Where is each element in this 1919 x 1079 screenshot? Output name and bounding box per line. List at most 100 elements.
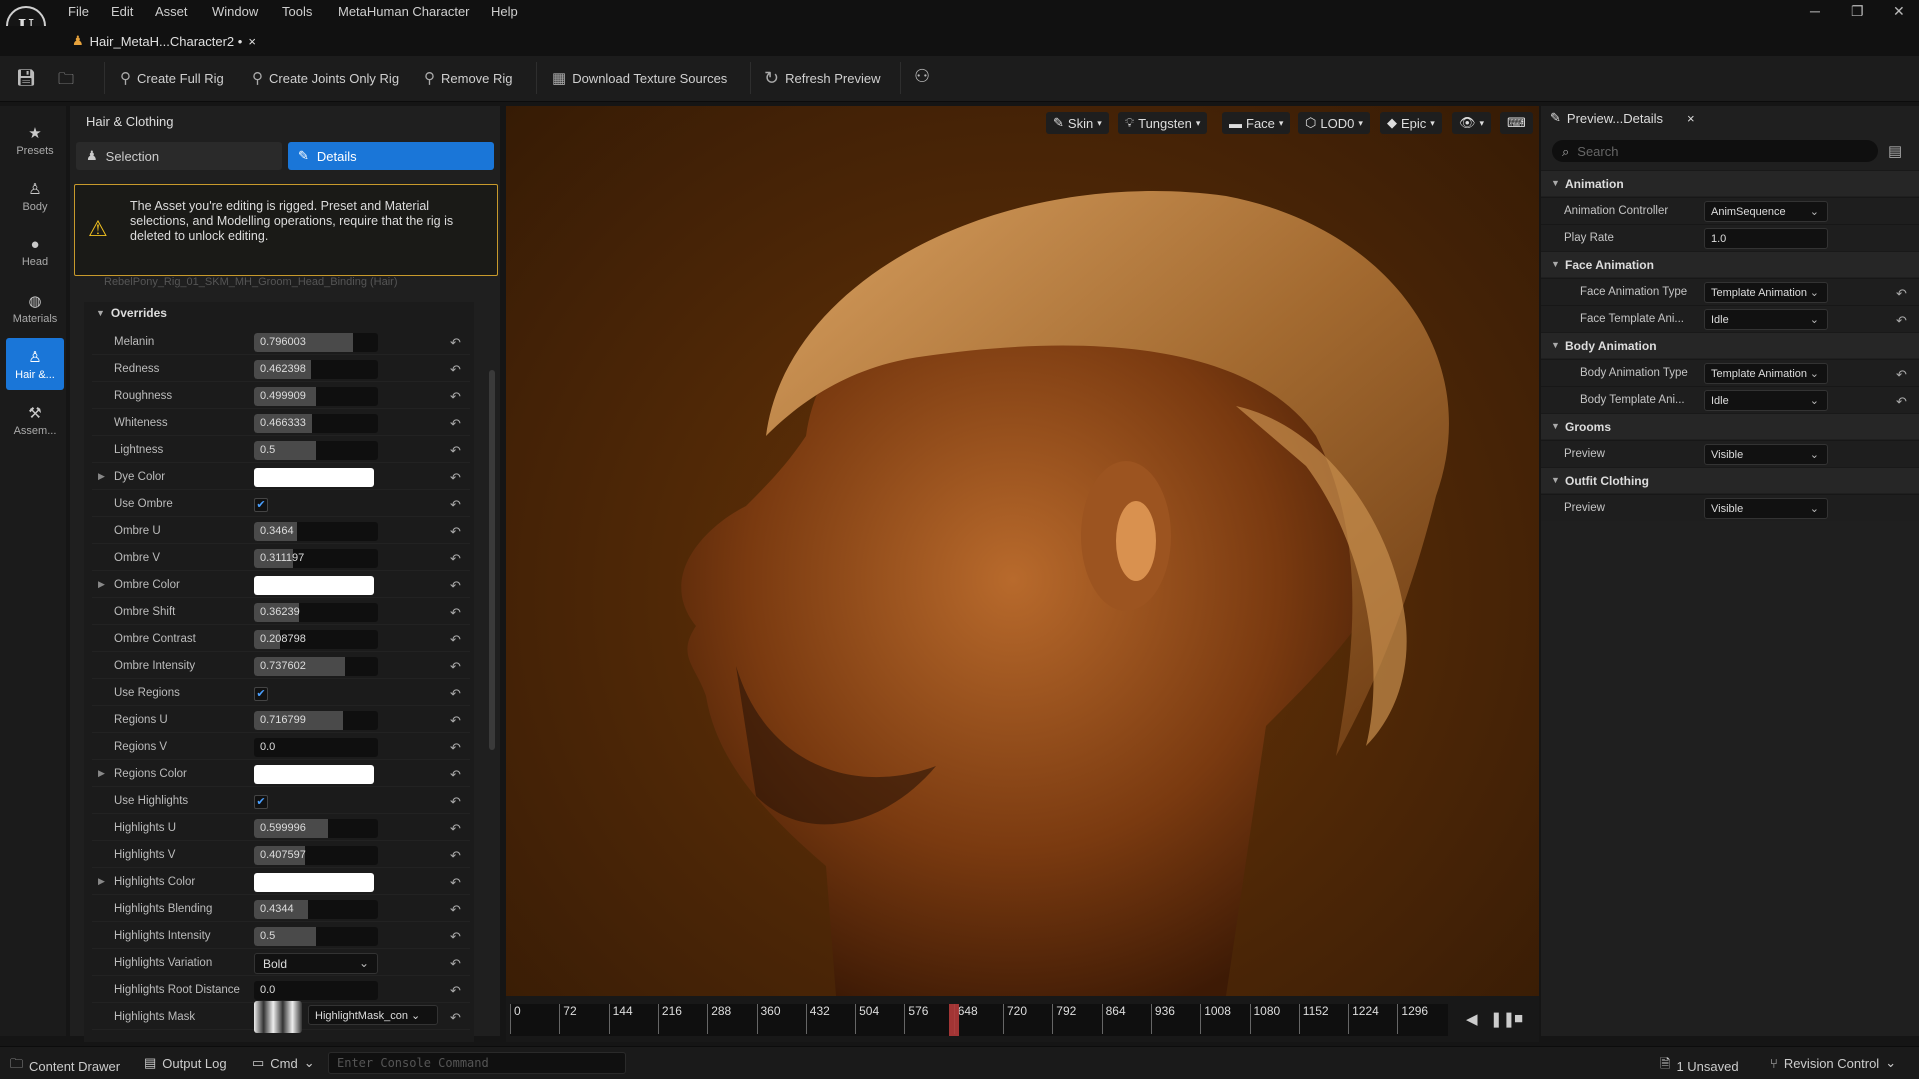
ombre-u-input[interactable]: 0.3464 xyxy=(254,522,378,541)
reset-to-default-icon[interactable]: ↶ xyxy=(450,794,461,810)
reset-to-default-icon[interactable]: ↶ xyxy=(450,983,461,999)
reset-to-default-icon[interactable]: ↶ xyxy=(450,443,461,459)
tab-selection[interactable]: ♟ Selection xyxy=(76,142,282,170)
rail-hair-clothing[interactable]: ♙ Hair &... xyxy=(6,338,64,390)
preview-details-tab[interactable]: ✎ Preview...Details × xyxy=(1544,106,1704,130)
highlights-v-input[interactable]: 0.407597 xyxy=(254,846,378,865)
menu-window[interactable]: Window xyxy=(212,4,258,19)
browse-asset-icon[interactable]: 🗀 xyxy=(58,68,74,95)
reset-to-default-icon[interactable]: ↶ xyxy=(450,686,461,702)
highlight-mask-thumbnail[interactable] xyxy=(254,1001,302,1033)
melanin-input[interactable]: 0.796003 xyxy=(254,333,378,352)
preview-dropdown[interactable]: Visible ⌄ xyxy=(1704,444,1828,465)
stop-icon[interactable]: ■ xyxy=(1514,1010,1523,1027)
reset-to-default-icon[interactable]: ↶ xyxy=(450,497,461,513)
rail-materials[interactable]: ◍ Materials xyxy=(6,282,64,334)
reset-to-default-icon[interactable]: ↶ xyxy=(450,929,461,945)
close-tab-icon[interactable]: × xyxy=(248,34,256,49)
refresh-preview-button[interactable]: ↻ Refresh Preview xyxy=(764,66,880,90)
use-ombre-checkbox[interactable]: ✔ xyxy=(254,498,268,512)
lod-button[interactable]: ⬡ LOD0 ▾ xyxy=(1298,112,1370,134)
skin-view-button[interactable]: ✎ Skin ▾ xyxy=(1046,112,1109,134)
reset-to-default-icon[interactable]: ↶ xyxy=(450,902,461,918)
content-drawer-button[interactable]: 🗀 Content Drawer xyxy=(10,1055,120,1077)
rail-head[interactable]: ● Head xyxy=(6,226,64,278)
reset-to-default-icon[interactable]: ↶ xyxy=(450,956,461,972)
highlights-blending-input[interactable]: 0.4344 xyxy=(254,900,378,919)
highlights-intensity-input[interactable]: 0.5 xyxy=(254,927,378,946)
revision-control-button[interactable]: ⑂ Revision Control ⌄ xyxy=(1770,1055,1896,1071)
reset-to-default-icon[interactable]: ↶ xyxy=(450,416,461,432)
reset-to-default-icon[interactable]: ↶ xyxy=(450,362,461,378)
expand-triangle-icon[interactable]: ▶ xyxy=(98,768,105,779)
reset-to-default-icon[interactable]: ↶ xyxy=(450,524,461,540)
close-window-icon[interactable]: ✕ xyxy=(1893,3,1905,20)
reset-to-default-icon[interactable]: ↶ xyxy=(450,848,461,864)
lighting-button[interactable]: 💡︎ Tungsten ▾ xyxy=(1118,112,1208,134)
section-face-animation[interactable]: ▼ Face Animation xyxy=(1541,251,1919,277)
reset-to-default-icon[interactable]: ↶ xyxy=(450,767,461,783)
rail-presets[interactable]: ★ Presets xyxy=(6,114,64,166)
viewport-settings-button[interactable]: ⌨ xyxy=(1500,112,1533,134)
reset-to-default-icon[interactable]: ↶ xyxy=(1896,313,1907,329)
section-grooms[interactable]: ▼ Grooms xyxy=(1541,413,1919,439)
highlights-variation-dropdown[interactable]: Bold ⌄ xyxy=(254,953,378,974)
reset-to-default-icon[interactable]: ↶ xyxy=(450,632,461,648)
save-icon[interactable]: 💾︎ xyxy=(16,68,36,88)
restore-icon[interactable]: ❐ xyxy=(1851,3,1864,20)
section-body-animation[interactable]: ▼ Body Animation xyxy=(1541,332,1919,358)
reset-to-default-icon[interactable]: ↶ xyxy=(1896,394,1907,410)
output-log-button[interactable]: ▤ Output Log xyxy=(144,1055,227,1071)
overrides-header[interactable]: ▼ Overrides xyxy=(96,306,167,320)
section-animation[interactable]: ▼ Animation xyxy=(1541,170,1919,196)
pause-icon[interactable]: ❚❚ xyxy=(1490,1010,1515,1028)
visibility-button[interactable]: 👁︎ ▾ xyxy=(1452,112,1492,134)
menu-tools[interactable]: Tools xyxy=(282,4,312,19)
menu-metahuman-character[interactable]: MetaHuman Character xyxy=(338,4,470,19)
menu-help[interactable]: Help xyxy=(491,4,518,19)
animation-controller-dropdown[interactable]: AnimSequence ⌄ xyxy=(1704,201,1828,222)
highlight-mask-dropdown[interactable]: HighlightMask_con ⌄ xyxy=(308,1005,438,1025)
body-animation-type-dropdown[interactable]: Template Animation ⌄ xyxy=(1704,363,1828,384)
tab-details[interactable]: ✎ Details xyxy=(288,142,494,170)
remove-rig-button[interactable]: ⚲ Remove Rig xyxy=(424,66,513,90)
camera-view-button[interactable]: ▬ Face ▾ xyxy=(1222,112,1291,134)
close-tab-icon[interactable]: × xyxy=(1687,111,1695,126)
roughness-input[interactable]: 0.499909 xyxy=(254,387,378,406)
console-command-input[interactable]: Enter Console Command xyxy=(328,1052,626,1074)
face-animation-type-dropdown[interactable]: Template Animation ⌄ xyxy=(1704,282,1828,303)
reset-to-default-icon[interactable]: ↶ xyxy=(450,875,461,891)
menu-file[interactable]: File xyxy=(68,4,89,19)
create-joints-only-rig-button[interactable]: ⚲ Create Joints Only Rig xyxy=(252,66,399,90)
section-outfit-clothing[interactable]: ▼ Outfit Clothing xyxy=(1541,467,1919,493)
body-template-ani-dropdown[interactable]: Idle ⌄ xyxy=(1704,390,1828,411)
reset-to-default-icon[interactable]: ↶ xyxy=(450,821,461,837)
reset-to-default-icon[interactable]: ↶ xyxy=(450,659,461,675)
use-highlights-checkbox[interactable]: ✔ xyxy=(254,795,268,809)
lightness-input[interactable]: 0.5 xyxy=(254,441,378,460)
face-template-ani-dropdown[interactable]: Idle ⌄ xyxy=(1704,309,1828,330)
play-rate-input[interactable]: 1.0 xyxy=(1704,228,1828,249)
minimize-icon[interactable]: ─ xyxy=(1810,3,1820,19)
reset-to-default-icon[interactable]: ↶ xyxy=(450,335,461,351)
preview-viewport[interactable] xyxy=(506,106,1539,996)
regions-u-input[interactable]: 0.716799 xyxy=(254,711,378,730)
redness-input[interactable]: 0.462398 xyxy=(254,360,378,379)
reset-to-default-icon[interactable]: ↶ xyxy=(1896,286,1907,302)
reset-to-default-icon[interactable]: ↶ xyxy=(450,1010,461,1026)
reset-to-default-icon[interactable]: ↶ xyxy=(450,605,461,621)
document-tab[interactable]: ♟ Hair_MetaH...Character2 • × xyxy=(66,28,271,54)
reset-to-default-icon[interactable]: ↶ xyxy=(450,740,461,756)
quality-button[interactable]: ◆ Epic ▾ xyxy=(1380,112,1442,134)
download-texture-sources-button[interactable]: ▦ Download Texture Sources xyxy=(552,66,727,90)
preview-dropdown[interactable]: Visible ⌄ xyxy=(1704,498,1828,519)
menu-edit[interactable]: Edit xyxy=(111,4,133,19)
highlights-u-input[interactable]: 0.599996 xyxy=(254,819,378,838)
property-matrix-icon[interactable]: ▤ xyxy=(1888,142,1902,160)
details-search-input[interactable]: ⌕ Search xyxy=(1552,140,1878,162)
highlights-root-distance-input[interactable]: 0.0 xyxy=(254,981,378,1000)
ombre-color-swatch[interactable] xyxy=(254,576,374,595)
whiteness-input[interactable]: 0.466333 xyxy=(254,414,378,433)
expand-triangle-icon[interactable]: ▶ xyxy=(98,579,105,590)
ombre-v-input[interactable]: 0.311197 xyxy=(254,549,378,568)
